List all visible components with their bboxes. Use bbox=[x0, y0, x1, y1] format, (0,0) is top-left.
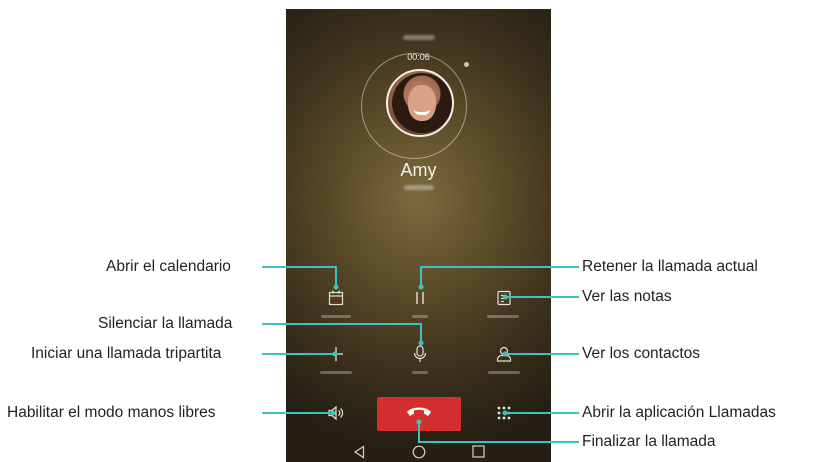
callout-hold: Retener la llamada actual bbox=[582, 258, 758, 275]
contact-name: Amy bbox=[400, 160, 437, 180]
dialpad-icon bbox=[497, 406, 511, 420]
callout-speaker: Habilitar el modo manos libres bbox=[7, 404, 216, 421]
add-call-button[interactable] bbox=[325, 343, 347, 365]
nav-home-button[interactable] bbox=[412, 445, 426, 462]
callout-calendar: Abrir el calendario bbox=[106, 258, 231, 275]
callout-dialpad: Abrir la aplicación Llamadas bbox=[582, 404, 776, 421]
notepad-icon bbox=[496, 290, 512, 306]
add-call-label-blurred bbox=[320, 371, 352, 374]
avatar bbox=[386, 69, 454, 137]
nav-back-button[interactable] bbox=[353, 445, 365, 462]
back-icon bbox=[353, 445, 365, 462]
speaker-icon bbox=[327, 405, 345, 421]
microphone-icon bbox=[413, 345, 427, 363]
callout-end-call: Finalizar la llamada bbox=[582, 433, 716, 450]
end-call-button[interactable] bbox=[377, 397, 461, 431]
speaker-button[interactable] bbox=[325, 402, 347, 424]
mute-button[interactable] bbox=[409, 343, 431, 365]
home-icon bbox=[412, 445, 426, 462]
annotated-screenshot: 00:06 Amy Abrir el calendario Retener la… bbox=[0, 0, 818, 462]
contact-icon bbox=[496, 346, 512, 362]
calendar-label-blurred bbox=[321, 315, 351, 318]
pause-icon bbox=[414, 290, 426, 306]
calendar-button[interactable] bbox=[325, 287, 347, 309]
contacts-label-blurred bbox=[488, 371, 520, 374]
recents-icon bbox=[472, 445, 485, 462]
caller-location-blurred bbox=[402, 35, 435, 40]
dialpad-button[interactable] bbox=[493, 402, 515, 424]
phone-number-type-blurred bbox=[403, 185, 434, 190]
in-call-screen: 00:06 Amy bbox=[286, 9, 551, 462]
hold-button[interactable] bbox=[409, 287, 431, 309]
callout-mute: Silenciar la llamada bbox=[98, 315, 233, 332]
contacts-button[interactable] bbox=[493, 343, 515, 365]
hold-label-blurred bbox=[412, 315, 428, 318]
notepad-button[interactable] bbox=[493, 287, 515, 309]
plus-icon bbox=[328, 346, 344, 362]
callout-contacts: Ver los contactos bbox=[582, 345, 701, 362]
callout-add-call: Iniciar una llamada tripartita bbox=[31, 345, 222, 362]
callout-notes: Ver las notas bbox=[582, 288, 672, 305]
nav-recents-button[interactable] bbox=[472, 445, 485, 462]
calendar-icon bbox=[328, 290, 344, 306]
mute-label-blurred bbox=[412, 371, 428, 374]
phone-hangup-icon bbox=[406, 405, 432, 424]
notepad-label-blurred bbox=[487, 315, 519, 318]
